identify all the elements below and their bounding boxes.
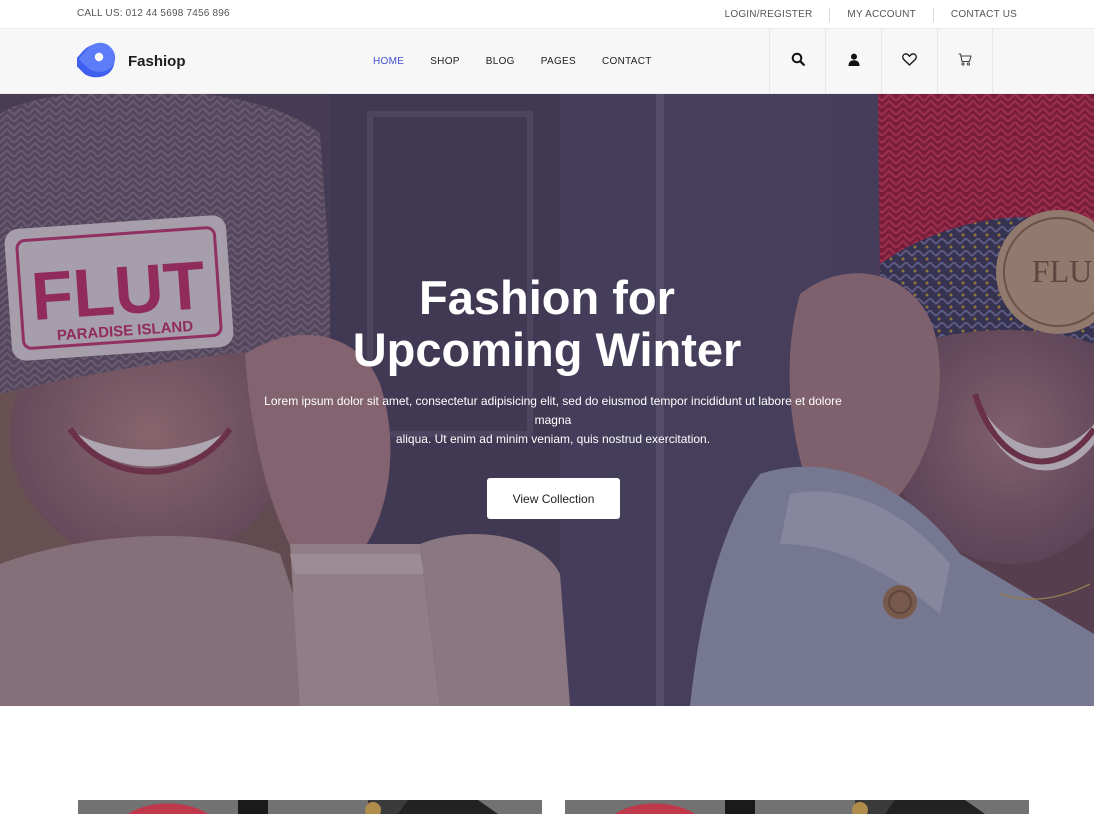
search-button[interactable] (769, 29, 825, 94)
cart-button[interactable] (937, 29, 993, 94)
main-header: Fashiop HOME SHOP BLOG PAGES CONTACT (0, 29, 1094, 94)
product-photo (565, 800, 1029, 814)
wishlist-button[interactable] (881, 29, 937, 94)
main-nav: HOME SHOP BLOG PAGES CONTACT (360, 29, 665, 94)
account-button[interactable] (825, 29, 881, 94)
brand-name: Fashiop (128, 52, 186, 70)
my-account-link[interactable]: MY ACCOUNT (837, 8, 926, 22)
logo[interactable]: Fashiop (72, 41, 186, 81)
user-icon (848, 53, 860, 71)
top-links: LOGIN/REGISTER MY ACCOUNT CONTACT US (715, 0, 1017, 29)
login-register-link[interactable]: LOGIN/REGISTER (715, 8, 823, 22)
hero-banner: FLUT PARADISE ISLAND FLU Fashion for Upc… (0, 94, 1094, 706)
divider (932, 7, 934, 22)
hero-subtitle-line-1: Lorem ipsum dolor sit amet, consectetur … (264, 394, 842, 427)
search-icon (791, 52, 805, 71)
call-us-text: CALL US: 012 44 5698 7456 896 (77, 8, 230, 19)
nav-pages[interactable]: PAGES (541, 56, 576, 67)
location-pin-logo-icon (72, 41, 117, 81)
nav-home[interactable]: HOME (373, 56, 404, 67)
nav-contact[interactable]: CONTACT (602, 56, 652, 67)
hero-subtitle: Lorem ipsum dolor sit amet, consectetur … (247, 392, 859, 449)
view-collection-button[interactable]: View Collection (487, 478, 620, 519)
divider (829, 7, 831, 22)
product-photo (78, 800, 542, 814)
hero-title-line-1: Fashion for (419, 271, 675, 324)
nav-shop[interactable]: SHOP (430, 56, 460, 67)
hero-title: Fashion for Upcoming Winter (197, 272, 897, 376)
heart-icon (902, 52, 917, 71)
hero-title-line-2: Upcoming Winter (352, 323, 742, 376)
hero-subtitle-line-2: aliqua. Ut enim ad minim veniam, quis no… (395, 432, 711, 446)
contact-us-link[interactable]: CONTACT US (941, 8, 1017, 22)
product-card-image[interactable] (78, 800, 542, 814)
nav-blog[interactable]: BLOG (486, 56, 515, 67)
top-bar: CALL US: 012 44 5698 7456 896 LOGIN/REGI… (0, 0, 1094, 29)
product-card-image[interactable] (565, 800, 1029, 814)
hero-content: Fashion for Upcoming Winter Lorem ipsum … (0, 94, 1094, 706)
cart-icon (958, 52, 972, 71)
header-icons (769, 29, 993, 94)
